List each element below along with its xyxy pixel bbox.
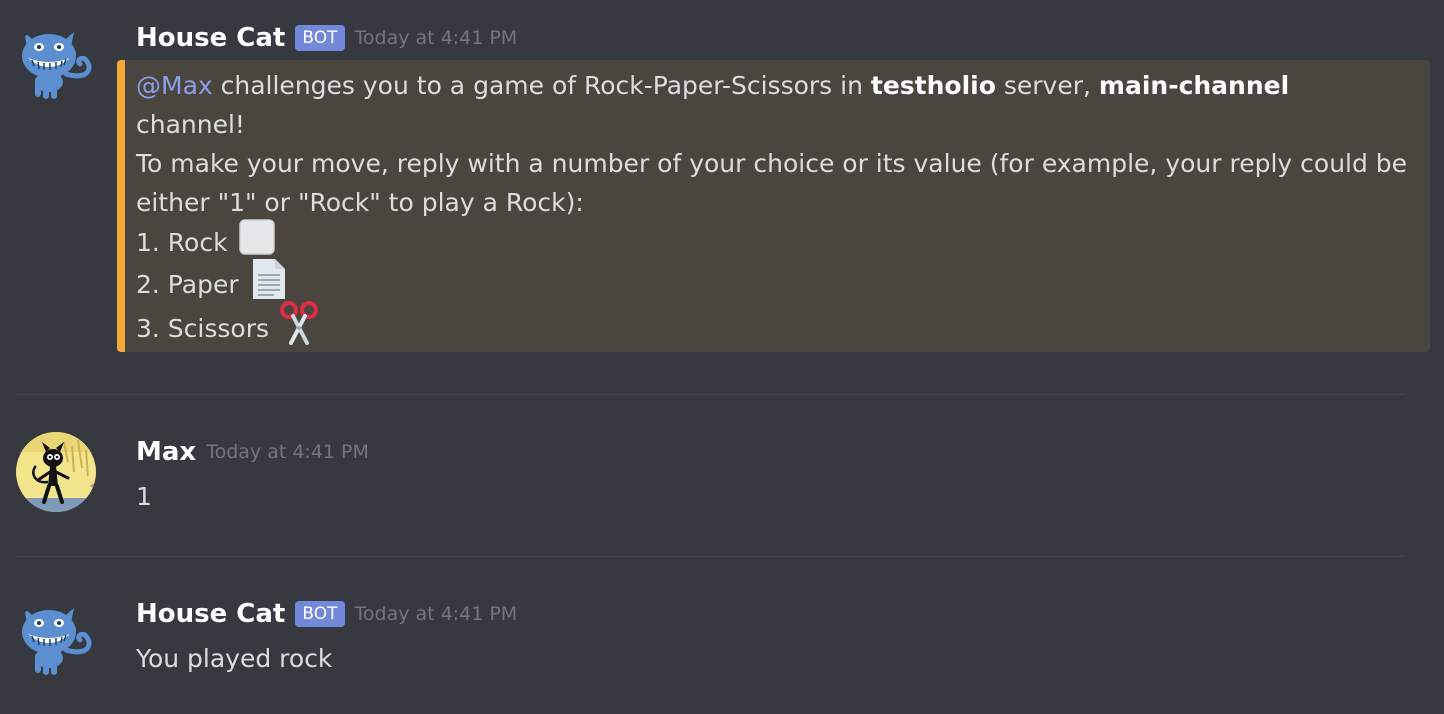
author-name[interactable]: House Cat	[136, 599, 285, 629]
bot-badge: BOT	[295, 25, 345, 51]
message-header: House Cat BOT Today at 4:41 PM	[136, 20, 517, 56]
message-header: Max Today at 4:41 PM	[136, 434, 369, 470]
user-mention[interactable]: @Max	[136, 71, 213, 100]
embed-line-3: To make your move, reply with a number o…	[136, 149, 1408, 178]
message-header: House Cat BOT Today at 4:41 PM	[136, 596, 517, 632]
message-content: 1	[136, 482, 152, 511]
house-cat-avatar[interactable]	[16, 22, 96, 102]
embed-description: @Max challenges you to a game of Rock-Pa…	[136, 66, 1416, 350]
message-max: Max Today at 4:41 PM 1	[0, 420, 1444, 540]
challenge-text: challenges you to a game of Rock-Paper-S…	[212, 71, 871, 100]
bot-badge: BOT	[295, 601, 345, 627]
option-label: 3. Scissors	[136, 313, 270, 343]
option-label: 2. Paper	[136, 269, 239, 299]
channel-name: main-channel	[1098, 71, 1290, 100]
embed-line-1: @Max challenges you to a game of Rock-Pa…	[136, 66, 1416, 105]
black-cat-avatar	[16, 432, 96, 512]
option-rock: 1. Rock	[136, 218, 1416, 262]
house-cat-avatar[interactable]	[16, 598, 96, 678]
embed-line-2: channel!	[136, 110, 245, 139]
message-divider	[16, 394, 1404, 395]
scissors-emoji-icon	[279, 300, 319, 356]
message-timestamp: Today at 4:41 PM	[206, 441, 369, 463]
message-content: You played rock	[136, 644, 333, 673]
cheshire-cat-icon	[16, 598, 96, 678]
challenge-embed: @Max challenges you to a game of Rock-Pa…	[117, 60, 1430, 352]
message-house-cat-challenge: House Cat BOT Today at 4:41 PM @Max chal…	[0, 0, 1444, 360]
option-scissors: 3. Scissors	[136, 300, 1416, 350]
author-name[interactable]: Max	[136, 437, 196, 467]
message-divider	[16, 556, 1404, 557]
author-name[interactable]: House Cat	[136, 23, 285, 53]
message-timestamp: Today at 4:41 PM	[354, 603, 518, 625]
cheshire-cat-icon	[16, 22, 96, 102]
chat-messages: House Cat BOT Today at 4:41 PM @Max chal…	[0, 0, 1444, 714]
embed-line-4: either "1" or "Rock" to play a Rock):	[136, 188, 584, 217]
option-label: 1. Rock	[136, 227, 228, 257]
message-timestamp: Today at 4:41 PM	[354, 27, 518, 49]
server-name: testholio	[870, 71, 996, 100]
option-paper: 2. Paper	[136, 258, 1416, 306]
server-suffix-text: server,	[995, 71, 1099, 100]
max-avatar[interactable]	[16, 432, 96, 512]
message-house-cat-result: House Cat BOT Today at 4:41 PM You playe…	[0, 576, 1444, 714]
